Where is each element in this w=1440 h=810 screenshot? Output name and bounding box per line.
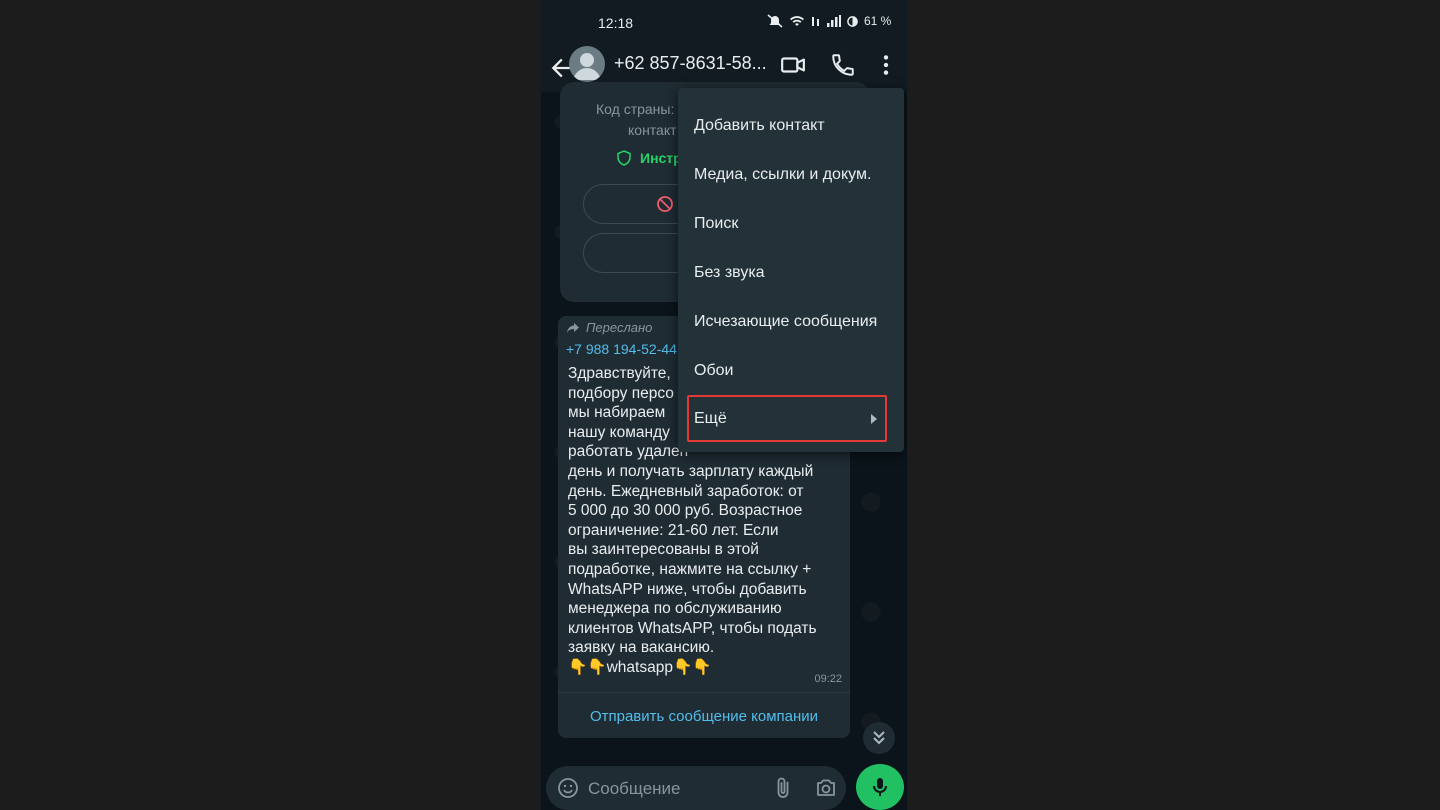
microphone-icon [873, 778, 887, 796]
double-chevron-down-icon [873, 731, 885, 745]
right-blur-background [907, 0, 1440, 810]
overflow-menu: Добавить контакт Медиа, ссылки и докум. … [678, 88, 904, 452]
message-line: вы заинтересованы в этой [568, 541, 759, 559]
message-input-bar [546, 766, 846, 810]
message-line: день. Ежедневный заработок: от [568, 482, 804, 500]
left-blur-background [0, 0, 541, 810]
signal-icon [827, 15, 841, 27]
message-line: ограничение: 21-60 лет. Если [568, 521, 779, 539]
menu-item-add-contact[interactable]: Добавить контакт [678, 101, 904, 150]
phone-call-icon[interactable] [830, 52, 856, 78]
phone-screen: 12:18 61 % +62 857-8631-58... Код страны… [541, 0, 907, 810]
mute-icon [767, 14, 783, 28]
wifi-icon [790, 16, 804, 26]
menu-item-more-label: Ещё [694, 410, 727, 427]
status-icons: 61 % [767, 14, 891, 28]
menu-item-mute[interactable]: Без звука [678, 248, 904, 297]
status-bar: 12:18 61 % [541, 0, 907, 44]
default-avatar-icon [573, 53, 601, 80]
forwarded-text: Переслано [586, 320, 653, 335]
menu-item-disappearing-messages[interactable]: Исчезающие сообщения [678, 297, 904, 346]
message-line: WhatsAPP ниже, чтобы добавить [568, 580, 807, 598]
contact-avatar[interactable] [569, 46, 605, 82]
attach-icon[interactable] [771, 776, 795, 800]
camera-icon[interactable] [814, 776, 838, 800]
video-call-icon[interactable] [780, 52, 806, 78]
scroll-to-bottom-button[interactable] [863, 722, 895, 754]
menu-item-media-links-docs[interactable]: Медиа, ссылки и докум. [678, 150, 904, 199]
contact-name[interactable]: +62 857-8631-58... [614, 53, 767, 74]
message-line: день и получать зарплату каждый [568, 462, 814, 480]
submenu-arrow-icon [871, 414, 877, 424]
message-divider [558, 692, 850, 693]
menu-item-wallpaper[interactable]: Обои [678, 346, 904, 395]
more-options-icon[interactable] [873, 52, 899, 78]
message-line: менеджера по обслуживанию [568, 600, 782, 618]
contact-label: контакт [628, 122, 677, 138]
country-code-label: Код страны: [596, 101, 675, 117]
message-line: клиентов WhatsAPP, чтобы подать [568, 619, 817, 637]
message-input[interactable] [586, 774, 760, 804]
message-line: 👇👇whatsapp👇👇 [568, 658, 712, 676]
forward-arrow-icon [567, 322, 579, 333]
status-time: 12:18 [598, 15, 634, 31]
message-line: заявку на вакансию. [568, 639, 715, 657]
safety-tools-link[interactable]: Инстр [640, 150, 682, 166]
message-company-button[interactable]: Отправить сообщение компании [558, 708, 850, 725]
battery-icon [847, 15, 858, 27]
block-icon [657, 196, 673, 212]
emoji-icon[interactable] [556, 776, 580, 800]
network-icon [812, 17, 819, 26]
message-sender[interactable]: +7 988 194-52-44 [566, 341, 677, 357]
shield-icon [617, 150, 631, 166]
voice-message-button[interactable] [856, 764, 904, 810]
message-line: 5 000 до 30 000 руб. Возрастное [568, 502, 803, 520]
message-time: 09:22 [814, 673, 842, 685]
menu-item-search[interactable]: Поиск [678, 199, 904, 248]
battery-level: 61 % [864, 14, 892, 28]
forwarded-label: Переслано [566, 320, 652, 335]
message-line: подработке, нажмите на ссылку + [568, 560, 812, 578]
menu-item-more[interactable]: Ещё [687, 395, 887, 442]
